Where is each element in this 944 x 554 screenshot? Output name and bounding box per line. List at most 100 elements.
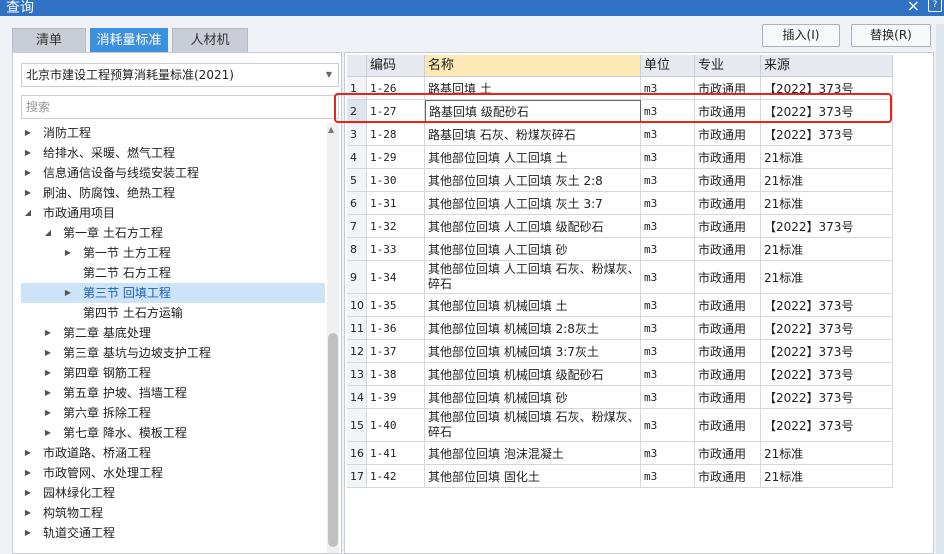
header-source[interactable]: 来源 <box>761 55 893 77</box>
row-source: 【2022】373号 <box>761 363 893 386</box>
search-input[interactable]: 搜索 <box>21 95 339 119</box>
chevron-down-icon[interactable]: ▼ <box>326 64 332 86</box>
row-source: 【2022】373号 <box>761 123 893 146</box>
expand-arrow-icon[interactable]: ▶ <box>23 443 33 463</box>
expand-arrow-icon[interactable]: ▶ <box>23 463 33 483</box>
tree-item-label: 刷油、防腐蚀、绝热工程 <box>43 186 176 200</box>
row-index: 13 <box>347 363 367 386</box>
row-code: 1-29 <box>367 146 425 169</box>
insert-button[interactable]: 插入(I) <box>762 24 840 47</box>
expand-arrow-icon[interactable]: ▶ <box>23 163 33 183</box>
row-source: 【2022】373号 <box>761 340 893 363</box>
row-discipline: 市政通用 <box>695 146 761 169</box>
tree-item-label: 第五章 护坡、挡墙工程 <box>63 386 187 400</box>
header-index <box>347 55 367 77</box>
row-unit: m3 <box>641 123 695 146</box>
expand-arrow-icon[interactable]: ▶ <box>23 503 33 523</box>
header-code[interactable]: 编码 <box>367 55 425 77</box>
row-discipline: 市政通用 <box>695 238 761 261</box>
tree-scrollbar-thumb[interactable] <box>328 333 338 547</box>
row-name: 其他部位回填 人工回填 级配砂石 <box>425 215 641 238</box>
help-icon[interactable]: ? <box>928 0 942 12</box>
tree-item-label: 第二章 基底处理 <box>63 326 151 340</box>
expand-arrow-icon[interactable]: ▶ <box>43 383 53 403</box>
tree-item-label: 构筑物工程 <box>43 506 104 520</box>
row-unit: m3 <box>641 363 695 386</box>
tree-item-label: 给排水、采暖、燃气工程 <box>43 146 176 160</box>
row-code: 1-32 <box>367 215 425 238</box>
row-source: 21标准 <box>761 192 893 215</box>
tab-labor-material-machine[interactable]: 人材机 <box>172 28 248 52</box>
close-icon[interactable]: × <box>907 0 920 16</box>
tree-item-label: 园林绿化工程 <box>43 486 116 500</box>
row-code: 1-37 <box>367 340 425 363</box>
row-discipline: 市政通用 <box>695 442 761 465</box>
tab-consumption-standard[interactable]: 消耗量标准 <box>90 28 168 52</box>
row-unit: m3 <box>641 215 695 238</box>
selection-highlight-box <box>334 93 892 123</box>
expand-arrow-icon[interactable]: ▶ <box>23 523 33 543</box>
row-unit: m3 <box>641 442 695 465</box>
results-panel: 编码 名称 单位 专业 来源 1 1-26 路基回填 土 m3 市政通用 【20… <box>344 52 934 554</box>
background-window-edge <box>936 24 944 554</box>
row-index: 7 <box>347 215 367 238</box>
row-index: 8 <box>347 238 367 261</box>
collapse-arrow-icon[interactable]: ◢ <box>23 203 33 223</box>
row-discipline: 市政通用 <box>695 340 761 363</box>
expand-arrow-icon[interactable]: ▶ <box>43 363 53 383</box>
collapse-arrow-icon[interactable]: ◢ <box>43 223 53 243</box>
row-discipline: 市政通用 <box>695 261 761 294</box>
row-code: 1-38 <box>367 363 425 386</box>
row-source: 21标准 <box>761 465 893 488</box>
expand-arrow-icon[interactable]: ▶ <box>63 283 73 303</box>
tree-item-label: 第四章 钢筋工程 <box>63 366 151 380</box>
row-unit: m3 <box>641 238 695 261</box>
row-source: 21标准 <box>761 169 893 192</box>
row-name: 其他部位回填 泡沫混凝土 <box>425 442 641 465</box>
row-code: 1-28 <box>367 123 425 146</box>
tab-bill[interactable]: 清单 <box>12 28 86 52</box>
row-source: 【2022】373号 <box>761 409 893 442</box>
row-source: 21标准 <box>761 261 893 294</box>
expand-arrow-icon[interactable]: ▶ <box>23 123 33 143</box>
expand-arrow-icon[interactable]: ▶ <box>43 343 53 363</box>
tree-item-selected[interactable]: ▶ 第三节 回填工程 <box>21 283 325 303</box>
expand-arrow-icon[interactable]: ▶ <box>43 423 53 443</box>
tree-item-label: 第三章 基坑与边坡支护工程 <box>63 346 211 360</box>
row-unit: m3 <box>641 317 695 340</box>
replace-button[interactable]: 替换(R) <box>851 24 931 47</box>
expand-arrow-icon[interactable]: ▶ <box>43 323 53 343</box>
row-index: 15 <box>347 409 367 442</box>
row-name: 其他部位回填 人工回填 土 <box>425 146 641 169</box>
expand-arrow-icon[interactable]: ▶ <box>23 483 33 503</box>
row-index: 9 <box>347 261 367 294</box>
scroll-up-icon[interactable]: ▲ <box>328 125 334 134</box>
tree-item-label: 第七章 降水、模板工程 <box>63 426 187 440</box>
row-code: 1-34 <box>367 261 425 294</box>
header-unit[interactable]: 单位 <box>641 55 695 77</box>
expand-arrow-icon[interactable]: ▶ <box>63 243 73 263</box>
standard-select[interactable]: 北京市建设工程预算消耗量标准(2021) ▼ <box>21 63 339 87</box>
row-discipline: 市政通用 <box>695 192 761 215</box>
tree-item-label: 第二节 石方工程 <box>83 266 171 280</box>
row-name: 其他部位回填 机械回填 2:8灰土 <box>425 317 641 340</box>
header-name[interactable]: 名称 <box>425 55 641 77</box>
expand-arrow-icon[interactable]: ▶ <box>23 143 33 163</box>
tree-item-label: 第六章 拆除工程 <box>63 406 151 420</box>
row-discipline: 市政通用 <box>695 123 761 146</box>
header-discipline[interactable]: 专业 <box>695 55 761 77</box>
row-unit: m3 <box>641 294 695 317</box>
row-unit: m3 <box>641 146 695 169</box>
row-code: 1-41 <box>367 442 425 465</box>
tree-item-label: 轨道交通工程 <box>43 526 116 540</box>
row-source: 【2022】373号 <box>761 294 893 317</box>
expand-arrow-icon[interactable]: ▶ <box>23 183 33 203</box>
expand-arrow-icon[interactable]: ▶ <box>43 403 53 423</box>
left-panel: 北京市建设工程预算消耗量标准(2021) ▼ 搜索 ▶ 消防工程 ▶ 给排水、采暖、… <box>12 52 342 554</box>
row-code: 1-42 <box>367 465 425 488</box>
row-index: 12 <box>347 340 367 363</box>
row-discipline: 市政通用 <box>695 317 761 340</box>
row-name: 其他部位回填 人工回填 灰土 3:7 <box>425 192 641 215</box>
title-bar: 查询 × ? <box>0 0 944 16</box>
row-name: 其他部位回填 机械回填 砂 <box>425 386 641 409</box>
